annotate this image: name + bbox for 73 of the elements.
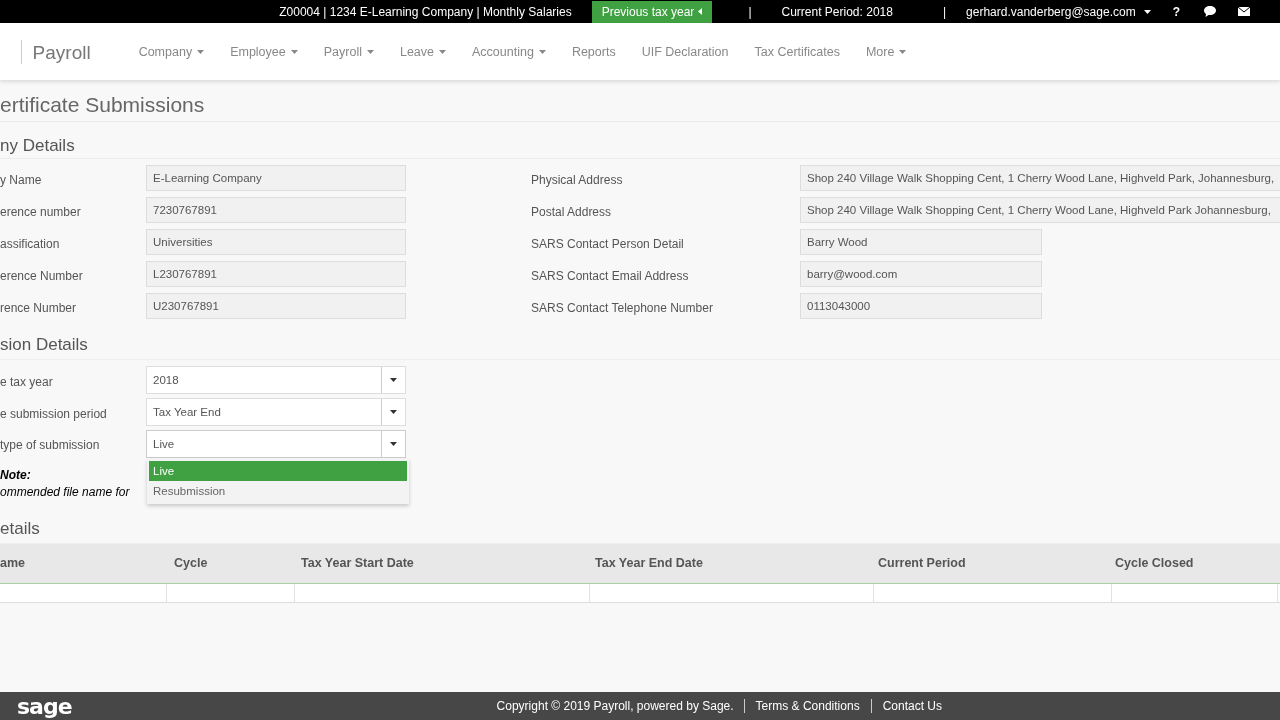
section-title: sion Details — [0, 319, 1280, 361]
read-only-field: Shop 240 Village Walk Shopping Cent, 1 Cherry Wood Lane, Highveld Park Johannesburg, — [800, 197, 1280, 224]
caret-icon — [197, 49, 205, 54]
section-title: ny Details — [0, 122, 1280, 159]
current-period: Current Period: 2018 — [781, 4, 893, 19]
caret-icon — [1143, 9, 1151, 14]
field-label: SARS Contact Email Address — [531, 268, 690, 284]
read-only-field: 7230767891 — [146, 197, 406, 224]
previous-tax-year-button[interactable]: Previous tax year — [591, 0, 713, 23]
note-text: ommended file name for — [0, 483, 130, 501]
mail-icon[interactable] — [1238, 7, 1250, 16]
read-only-field: L230767891 — [146, 261, 406, 288]
caret-icon — [390, 377, 397, 382]
help-link[interactable]: ? — [1172, 4, 1180, 19]
field-label: SARS Contact Person Detail — [531, 236, 685, 252]
caret-icon — [390, 441, 397, 446]
caret-icon — [538, 49, 546, 54]
chat-icon[interactable] — [1204, 6, 1216, 17]
note-title: Note: — [0, 466, 31, 484]
field-label: Postal Address — [531, 204, 613, 220]
read-only-field: barry@wood.com — [800, 261, 1042, 288]
dropdown-select[interactable]: 2018 — [146, 365, 406, 394]
nav-menu-item[interactable]: Accounting — [472, 44, 546, 59]
field-label: erence number — [0, 204, 82, 220]
footer-link[interactable]: Contact Us — [870, 699, 953, 713]
section-title: etails — [0, 514, 1280, 544]
field-label: rence Number — [0, 300, 78, 316]
caret-left-icon — [698, 8, 703, 15]
dropdown-select[interactable]: Tax Year End — [146, 397, 406, 426]
caret-icon — [390, 409, 397, 414]
caret-icon — [899, 49, 907, 54]
caret-icon — [439, 49, 446, 54]
read-only-field: Barry Wood — [800, 229, 1042, 256]
column-header: Cycle — [174, 556, 209, 571]
column-header: Tax Year End Date — [595, 556, 704, 571]
field-label: Physical Address — [531, 172, 624, 188]
dropdown-option[interactable]: Resubmission — [149, 480, 407, 502]
app-title: Payroll — [21, 39, 91, 64]
field-label: erence Number — [0, 268, 84, 284]
column-header: Current Period — [878, 556, 967, 571]
nav-menu-item[interactable]: Employee — [230, 44, 298, 59]
read-only-field: Universities — [146, 229, 406, 256]
field-label: SARS Contact Telephone Number — [531, 300, 714, 316]
caret-icon — [290, 49, 298, 54]
nav-menu-item[interactable]: More — [865, 44, 907, 59]
read-only-field: Shop 240 Village Walk Shopping Cent, 1 Cherry Wood Lane, Highveld Park, Johannesburg, — [800, 165, 1280, 192]
dropdown-option[interactable]: Live — [149, 460, 407, 481]
page-title: ertificate Submissions — [0, 80, 1280, 122]
footer-link[interactable]: Terms & Conditions — [743, 699, 871, 713]
read-only-field: E-Learning Company — [146, 165, 406, 192]
nav-menu-item[interactable]: UIF Declaration — [641, 44, 729, 59]
user-menu[interactable]: gerhard.vanderberg@sage.com — [966, 4, 1136, 19]
field-label: y Name — [0, 172, 43, 188]
footer-logo: sage — [17, 693, 72, 719]
field-label: e tax year — [0, 373, 54, 389]
read-only-field: 0113043000 — [800, 293, 1042, 320]
copyright-text: Copyright © 2019 Payroll, powered by Sage. — [496, 699, 735, 713]
separator: | — [942, 4, 947, 19]
separator: | — [748, 4, 752, 19]
nav-menu-item[interactable]: Leave — [399, 44, 446, 59]
column-header: Cycle Closed — [1115, 556, 1195, 571]
read-only-field: U230767891 — [146, 293, 406, 320]
column-header: ame — [0, 556, 27, 571]
field-label: type of submission — [0, 437, 101, 453]
nav-menu-item[interactable]: Company — [138, 44, 205, 59]
company-context: Z00004 | 1234 E-Learning Company | Monthly Salaries — [279, 4, 572, 19]
field-label: assification — [0, 236, 61, 252]
field-label: e submission period — [0, 405, 108, 421]
caret-icon — [366, 49, 374, 54]
nav-menu-item[interactable]: Payroll — [323, 44, 374, 59]
nav-menu-item[interactable]: Tax Certificates — [754, 44, 840, 59]
column-header: Tax Year Start Date — [301, 556, 415, 571]
nav-menu-item[interactable]: Reports — [571, 44, 616, 59]
